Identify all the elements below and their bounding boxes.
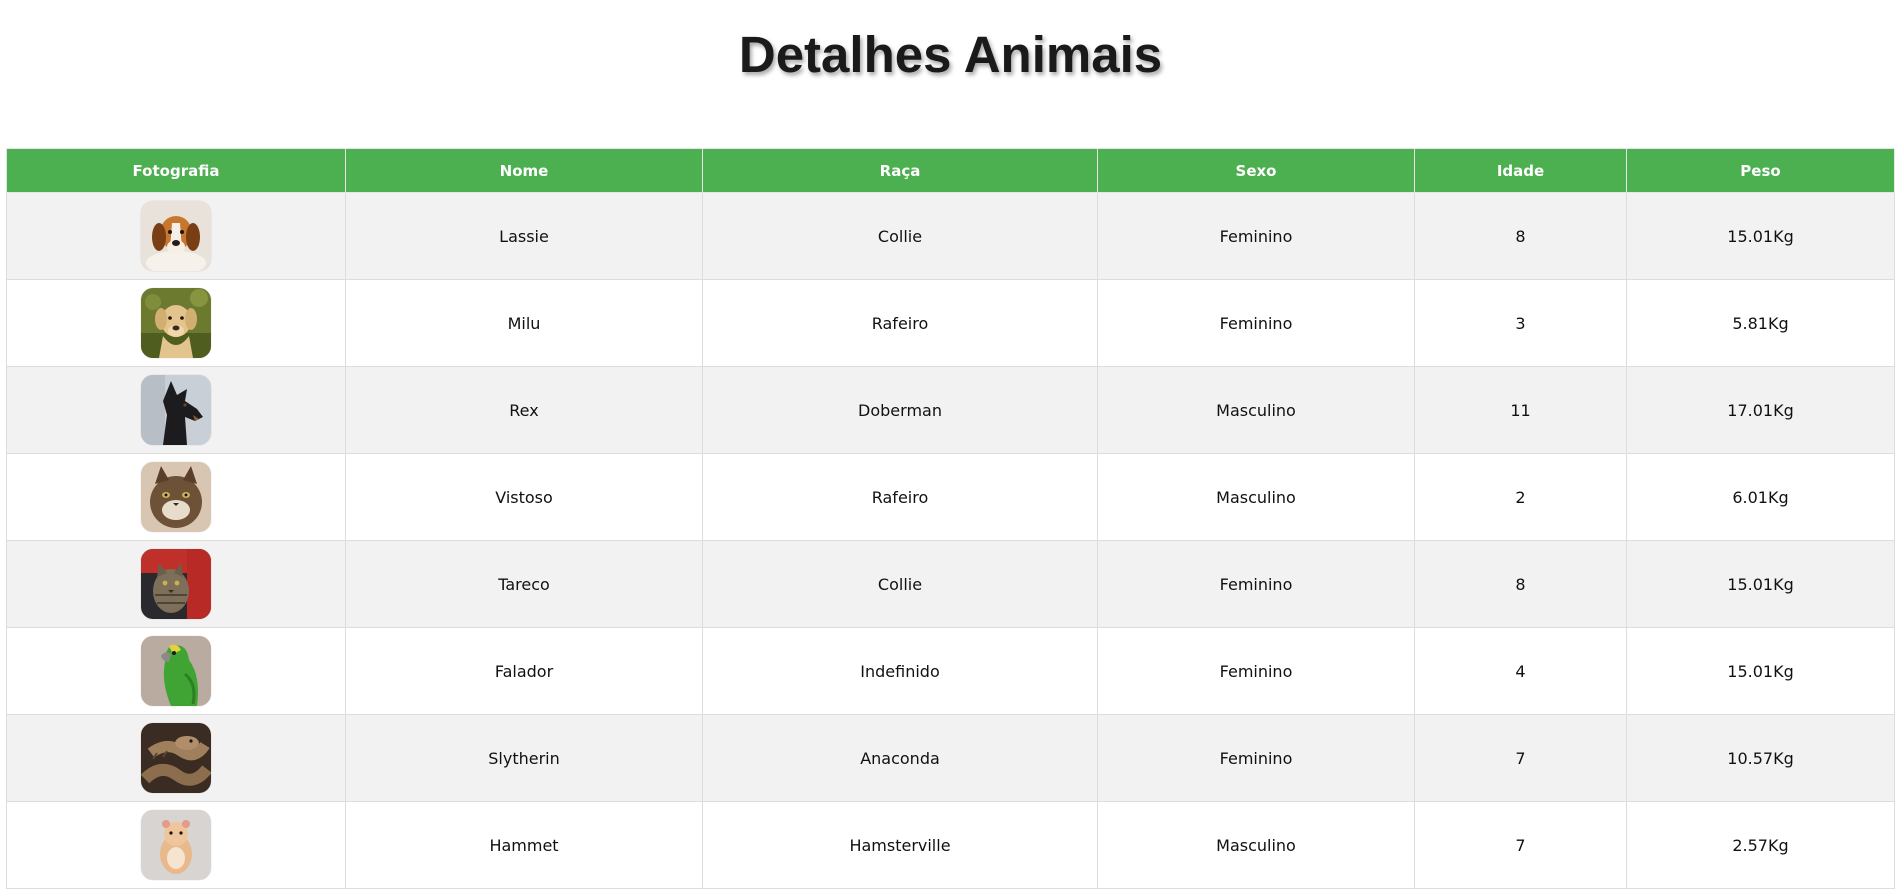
photo-cell xyxy=(6,453,346,541)
cell-sexo: Feminino xyxy=(1097,192,1415,280)
cell-sexo: Masculino xyxy=(1097,453,1415,541)
photo-cell xyxy=(6,366,346,454)
cell-peso: 5.81Kg xyxy=(1626,279,1895,367)
cell-peso: 6.01Kg xyxy=(1626,453,1895,541)
cell-raca: Anaconda xyxy=(702,714,1098,802)
cell-nome: Tareco xyxy=(345,540,703,628)
cell-raca: Rafeiro xyxy=(702,453,1098,541)
column-header-sexo[interactable]: Sexo xyxy=(1097,148,1415,193)
hamster-photo xyxy=(141,810,211,880)
cell-peso: 10.57Kg xyxy=(1626,714,1895,802)
cell-sexo: Feminino xyxy=(1097,627,1415,715)
labrador-photo xyxy=(141,288,211,358)
column-header-nome[interactable]: Nome xyxy=(345,148,703,193)
cell-idade: 8 xyxy=(1414,192,1627,280)
table-row: Vistoso Rafeiro Masculino 2 6.01Kg xyxy=(6,453,1895,541)
animals-table: Fotografia Nome Raça Sexo Idade Peso Las… xyxy=(6,148,1895,889)
beagle-puppy-photo xyxy=(141,201,211,271)
cell-sexo: Masculino xyxy=(1097,801,1415,889)
cell-nome: Rex xyxy=(345,366,703,454)
cell-raca: Doberman xyxy=(702,366,1098,454)
doberman-photo xyxy=(141,375,211,445)
table-row: Milu Rafeiro Feminino 3 5.81Kg xyxy=(6,279,1895,367)
photo-cell xyxy=(6,627,346,715)
cell-peso: 2.57Kg xyxy=(1626,801,1895,889)
photo-cell xyxy=(6,192,346,280)
cell-idade: 7 xyxy=(1414,714,1627,802)
cell-nome: Slytherin xyxy=(345,714,703,802)
cell-nome: Lassie xyxy=(345,192,703,280)
cell-peso: 15.01Kg xyxy=(1626,627,1895,715)
column-header-idade[interactable]: Idade xyxy=(1414,148,1627,193)
cell-raca: Indefinido xyxy=(702,627,1098,715)
cell-raca: Collie xyxy=(702,540,1098,628)
green-parrot-photo xyxy=(141,636,211,706)
table-row: Falador Indefinido Feminino 4 15.01Kg xyxy=(6,627,1895,715)
cell-idade: 4 xyxy=(1414,627,1627,715)
cell-sexo: Feminino xyxy=(1097,540,1415,628)
cell-idade: 7 xyxy=(1414,801,1627,889)
cell-peso: 15.01Kg xyxy=(1626,192,1895,280)
cell-sexo: Feminino xyxy=(1097,714,1415,802)
column-header-fotografia[interactable]: Fotografia xyxy=(6,148,346,193)
cell-raca: Collie xyxy=(702,192,1098,280)
cell-nome: Falador xyxy=(345,627,703,715)
cell-peso: 15.01Kg xyxy=(1626,540,1895,628)
table-row: Lassie Collie Feminino 8 15.01Kg xyxy=(6,192,1895,280)
cell-sexo: Masculino xyxy=(1097,366,1415,454)
cell-raca: Hamsterville xyxy=(702,801,1098,889)
cell-raca: Rafeiro xyxy=(702,279,1098,367)
photo-cell xyxy=(6,540,346,628)
table-row: Rex Doberman Masculino 11 17.01Kg xyxy=(6,366,1895,454)
tabby-cat-photo xyxy=(141,549,211,619)
longhair-cat-photo xyxy=(141,462,211,532)
cell-idade: 8 xyxy=(1414,540,1627,628)
snake-photo xyxy=(141,723,211,793)
photo-cell xyxy=(6,801,346,889)
cell-idade: 11 xyxy=(1414,366,1627,454)
table-header-row: Fotografia Nome Raça Sexo Idade Peso xyxy=(6,148,1895,193)
cell-idade: 3 xyxy=(1414,279,1627,367)
table-row: Slytherin Anaconda Feminino 7 10.57Kg xyxy=(6,714,1895,802)
photo-cell xyxy=(6,714,346,802)
cell-sexo: Feminino xyxy=(1097,279,1415,367)
table-row: Hammet Hamsterville Masculino 7 2.57Kg xyxy=(6,801,1895,889)
column-header-peso[interactable]: Peso xyxy=(1626,148,1895,193)
cell-nome: Vistoso xyxy=(345,453,703,541)
column-header-raca[interactable]: Raça xyxy=(702,148,1098,193)
photo-cell xyxy=(6,279,346,367)
cell-idade: 2 xyxy=(1414,453,1627,541)
cell-peso: 17.01Kg xyxy=(1626,366,1895,454)
cell-nome: Milu xyxy=(345,279,703,367)
page-title: Detalhes Animais xyxy=(738,26,1163,83)
table-row: Tareco Collie Feminino 8 15.01Kg xyxy=(6,540,1895,628)
cell-nome: Hammet xyxy=(345,801,703,889)
